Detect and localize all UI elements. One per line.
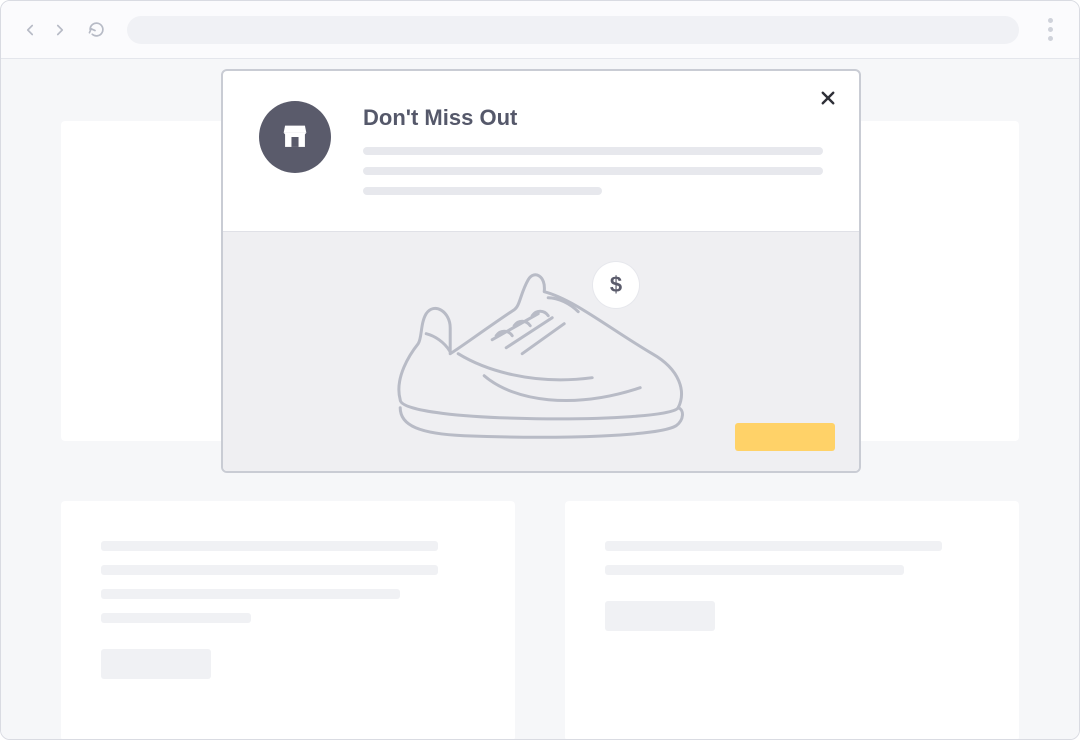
price-badge: $ — [593, 262, 639, 308]
popup-body: $ — [223, 231, 859, 471]
browser-toolbar — [1, 1, 1079, 59]
close-button[interactable] — [815, 85, 841, 111]
cta-button[interactable] — [735, 423, 835, 451]
popup-header: Don't Miss Out — [223, 71, 859, 231]
sneaker-illustration — [364, 257, 704, 462]
sidebar-placeholder — [61, 121, 231, 441]
content-card — [61, 501, 515, 740]
popup-text-line — [363, 187, 602, 195]
dollar-icon: $ — [610, 272, 622, 298]
refresh-button[interactable] — [81, 15, 111, 45]
url-bar[interactable] — [127, 16, 1019, 44]
browser-menu-button[interactable] — [1035, 18, 1065, 41]
back-button[interactable] — [15, 15, 45, 45]
content-card — [565, 501, 1019, 740]
storefront-icon — [259, 101, 331, 173]
promo-popup: Don't Miss Out — [221, 69, 861, 473]
browser-window: Don't Miss Out — [0, 0, 1080, 740]
forward-button[interactable] — [45, 15, 75, 45]
popup-title: Don't Miss Out — [363, 105, 823, 131]
popup-text-line — [363, 147, 823, 155]
popup-text-line — [363, 167, 823, 175]
